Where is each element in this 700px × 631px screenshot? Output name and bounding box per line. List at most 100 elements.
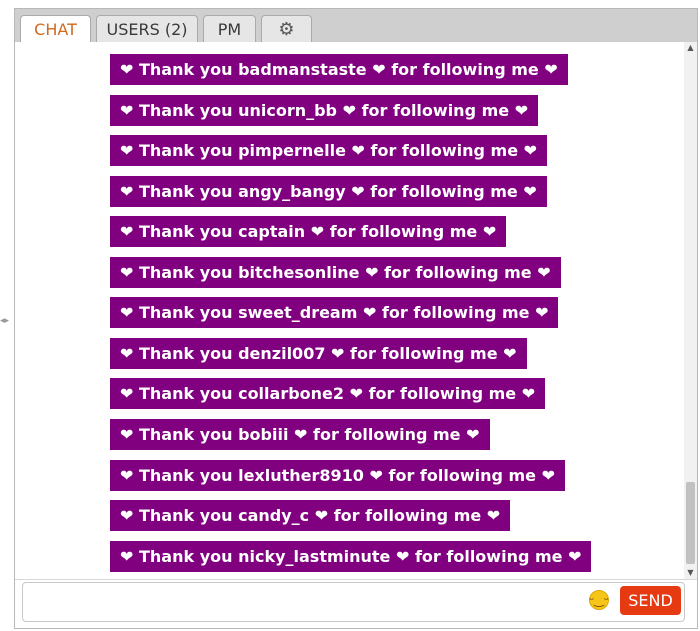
heart-icon: ❤ (351, 182, 365, 201)
message-suffix: for following me (384, 263, 532, 282)
chat-message: ❤ Thank you badmanstaste ❤ for following… (110, 54, 568, 85)
message-username[interactable]: nicky_lastminute (238, 547, 390, 566)
scrollbar-thumb[interactable] (686, 482, 695, 564)
heart-icon: ❤ (120, 222, 134, 241)
heart-icon: ❤ (310, 222, 325, 241)
heart-icon: ❤ (314, 506, 329, 525)
heart-icon: ❤ (395, 547, 410, 566)
heart-icon: ❤ (541, 466, 555, 485)
heart-icon: ❤ (466, 425, 480, 444)
message-suffix: for following me (391, 60, 539, 79)
scroll-up-icon[interactable]: ▲ (684, 42, 697, 54)
heart-icon: ❤ (120, 101, 134, 120)
heart-icon: ❤ (372, 60, 386, 79)
panel-resize-handle[interactable]: ◂▸ (0, 316, 12, 326)
message-suffix: for following me (414, 547, 563, 566)
chat-message: ❤ Thank you lexluther8910 ❤ for followin… (110, 460, 565, 491)
heart-icon: ❤ (537, 263, 551, 282)
heart-icon: ❤ (120, 384, 134, 403)
message-suffix: for following me (381, 303, 530, 322)
message-prefix: Thank you (138, 101, 233, 120)
emoji-icon[interactable]: ᵕ‿ᵕ (589, 590, 609, 610)
message-prefix: Thank you (138, 466, 233, 485)
chat-scrollbar[interactable]: ▲ ▼ (684, 42, 697, 579)
message-username[interactable]: denzil007 (238, 344, 325, 363)
heart-icon: ❤ (544, 60, 558, 79)
tab-pm[interactable]: PM (203, 15, 256, 42)
heart-icon: ❤ (331, 344, 345, 363)
tab-bar: CHAT USERS (2) PM ⚙ (15, 9, 697, 43)
message-prefix: Thank you (138, 263, 233, 282)
tab-chat[interactable]: CHAT (20, 15, 91, 43)
heart-icon: ❤ (568, 547, 582, 566)
heart-icon: ❤ (120, 547, 134, 566)
chat-message: ❤ Thank you candy_c ❤ for following me ❤ (110, 500, 511, 531)
heart-icon: ❤ (514, 101, 529, 120)
message-input[interactable] (22, 582, 685, 622)
chat-message: ❤ Thank you captain ❤ for following me ❤ (110, 216, 507, 247)
heart-icon: ❤ (503, 344, 517, 363)
chat-message: ❤ Thank you bobiii ❤ for following me ❤ (110, 419, 490, 450)
message-suffix: for following me (333, 506, 482, 525)
heart-icon: ❤ (362, 303, 377, 322)
message-prefix: Thank you (138, 222, 233, 241)
heart-icon: ❤ (521, 384, 536, 403)
chat-message: ❤ Thank you bitchesonline ❤ for followin… (110, 257, 561, 288)
tab-users[interactable]: USERS (2) (96, 15, 198, 42)
chat-message: ❤ Thank you nicky_lastminute ❤ for follo… (110, 541, 592, 572)
tab-settings[interactable]: ⚙ (261, 15, 312, 42)
gear-icon: ⚙ (278, 18, 295, 40)
heart-icon: ❤ (349, 384, 364, 403)
heart-icon: ❤ (120, 141, 134, 160)
message-suffix: for following me (368, 384, 517, 403)
heart-icon: ❤ (523, 141, 538, 160)
message-username[interactable]: unicorn_bb (238, 101, 337, 120)
message-prefix: Thank you (138, 182, 233, 201)
message-username[interactable]: sweet_dream (238, 303, 357, 322)
heart-icon: ❤ (120, 263, 134, 282)
message-prefix: Thank you (138, 506, 233, 525)
chat-message: ❤ Thank you sweet_dream ❤ for following … (110, 297, 559, 328)
scroll-down-icon[interactable]: ▼ (684, 567, 697, 579)
message-suffix: for following me (361, 101, 510, 120)
heart-icon: ❤ (120, 466, 134, 485)
heart-icon: ❤ (120, 425, 134, 444)
message-username[interactable]: lexluther8910 (238, 466, 364, 485)
heart-icon: ❤ (351, 141, 365, 160)
chat-message: ❤ Thank you pimpernelle ❤ for following … (110, 135, 548, 166)
message-suffix: for following me (329, 222, 478, 241)
message-prefix: Thank you (138, 344, 233, 363)
message-username[interactable]: bobiii (238, 425, 288, 444)
chat-message: ❤ Thank you collarbone2 ❤ for following … (110, 378, 546, 409)
message-prefix: Thank you (138, 547, 233, 566)
message-username[interactable]: candy_c (238, 506, 309, 525)
heart-icon: ❤ (486, 506, 501, 525)
chat-messages: ❤ Thank you badmanstaste ❤ for following… (15, 42, 697, 579)
heart-icon: ❤ (365, 263, 379, 282)
heart-icon: ❤ (120, 303, 134, 322)
heart-icon: ❤ (294, 425, 308, 444)
heart-icon: ❤ (369, 466, 383, 485)
heart-icon: ❤ (120, 506, 134, 525)
heart-icon: ❤ (482, 222, 497, 241)
heart-icon: ❤ (120, 182, 134, 201)
chat-message: ❤ Thank you angy_bangy ❤ for following m… (110, 176, 547, 207)
heart-icon: ❤ (523, 182, 537, 201)
message-suffix: for following me (350, 344, 498, 363)
message-suffix: for following me (370, 141, 519, 160)
message-prefix: Thank you (138, 425, 233, 444)
message-prefix: Thank you (138, 141, 233, 160)
chat-message: ❤ Thank you denzil007 ❤ for following me… (110, 338, 527, 369)
message-username[interactable]: captain (238, 222, 305, 241)
heart-icon: ❤ (120, 60, 134, 79)
message-prefix: Thank you (138, 303, 233, 322)
send-button[interactable]: SEND (620, 586, 681, 615)
message-username[interactable]: angy_bangy (238, 182, 346, 201)
message-username[interactable]: pimpernelle (238, 141, 346, 160)
message-username[interactable]: badmanstaste (238, 60, 367, 79)
message-username[interactable]: collarbone2 (238, 384, 344, 403)
message-suffix: for following me (370, 182, 518, 201)
heart-icon: ❤ (342, 101, 356, 120)
message-prefix: Thank you (138, 60, 233, 79)
message-username[interactable]: bitchesonline (238, 263, 359, 282)
